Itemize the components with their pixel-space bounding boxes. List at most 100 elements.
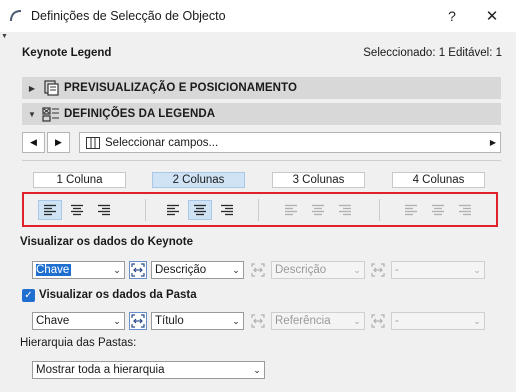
alignment-toolbar <box>22 192 498 227</box>
align-center-icon <box>432 204 444 216</box>
keynote-field-2-dropdown[interactable]: Descrição ⌄ <box>151 261 244 279</box>
folder-field-1-dropdown[interactable]: Chave ⌄ <box>32 312 125 330</box>
column-option-4[interactable]: 4 Colunas <box>392 172 485 188</box>
folder-field-4-dropdown[interactable]: - ⌄ <box>391 312 485 330</box>
keynote-field-4-value: - <box>395 264 399 276</box>
divider <box>22 160 501 161</box>
select-fields-dropdown[interactable]: Seleccionar campos... ▶ <box>79 132 501 153</box>
folder-field-1-value: Chave <box>36 315 70 327</box>
align-left-icon <box>285 204 297 216</box>
keynote-field-4-dropdown[interactable]: - ⌄ <box>391 261 485 279</box>
chevron-down-icon: ⌄ <box>113 264 121 275</box>
folder-field-3-dropdown[interactable]: Referência ⌄ <box>271 312 365 330</box>
keynote-field-1-value: Chave <box>36 264 72 276</box>
selection-info: Seleccionado: 1 Editável: 1 <box>363 47 502 59</box>
link-icon <box>251 263 265 277</box>
link-fields-button[interactable] <box>129 261 147 279</box>
chevron-down-icon: ⌄ <box>232 264 240 275</box>
hierarchy-label: Hierarquia das Pastas: <box>20 337 137 349</box>
align-center-icon <box>194 204 206 216</box>
folder-data-label: Visualizar os dados da Pasta <box>39 289 197 301</box>
align-right-icon <box>339 204 351 216</box>
align-right-button[interactable] <box>333 200 357 220</box>
align-left-icon <box>167 204 179 216</box>
columns-icon <box>86 136 100 149</box>
resize-arrow-icon: ▼ <box>1 33 8 40</box>
link-fields-button[interactable] <box>129 312 147 330</box>
preview-position-icon <box>44 80 59 96</box>
chevron-down-icon: ⌄ <box>473 315 481 326</box>
object-name: Keynote Legend <box>22 47 112 59</box>
align-left-icon <box>405 204 417 216</box>
keynote-field-3-dropdown[interactable]: Descrição ⌄ <box>271 261 365 279</box>
align-right-button[interactable] <box>453 200 477 220</box>
select-fields-label: Seleccionar campos... <box>105 136 219 149</box>
alignment-group-2 <box>161 200 239 220</box>
align-center-icon <box>312 204 324 216</box>
align-center-button[interactable] <box>65 200 89 220</box>
chevron-down-icon: ⌄ <box>232 315 240 326</box>
chevron-down-icon: ⌄ <box>353 315 361 326</box>
section-label: PREVISUALIZAÇÃO E POSICIONAMENTO <box>64 82 298 94</box>
align-center-button[interactable] <box>306 200 330 220</box>
align-left-button[interactable] <box>279 200 303 220</box>
keynote-data-label: Visualizar os dados do Keynote <box>20 236 193 248</box>
app-icon <box>10 10 22 22</box>
link-fields-button[interactable] <box>249 312 267 330</box>
align-left-button[interactable] <box>38 200 62 220</box>
alignment-group-3 <box>279 200 357 220</box>
align-right-button[interactable] <box>92 200 116 220</box>
column-option-1[interactable]: 1 Coluna <box>33 172 126 188</box>
chevron-down-icon: ⌄ <box>113 315 121 326</box>
column-option-2[interactable]: 2 Colunas <box>152 172 245 188</box>
align-center-button[interactable] <box>188 200 212 220</box>
previous-button[interactable]: ◀ <box>22 132 45 153</box>
link-fields-button[interactable] <box>369 312 387 330</box>
align-center-icon <box>71 204 83 216</box>
align-right-icon <box>459 204 471 216</box>
align-left-button[interactable] <box>399 200 423 220</box>
align-left-button[interactable] <box>161 200 185 220</box>
link-icon <box>251 314 265 328</box>
link-icon <box>371 314 385 328</box>
window-title: Definições de Selecção de Objecto <box>31 9 226 23</box>
folder-field-3-value: Referência <box>275 315 331 327</box>
align-center-button[interactable] <box>426 200 450 220</box>
folder-field-2-value: Título <box>155 315 184 327</box>
alignment-group-1 <box>38 200 116 220</box>
align-left-icon <box>44 204 56 216</box>
divider <box>258 199 259 221</box>
section-preview-position[interactable]: ▶ PREVISUALIZAÇÃO E POSICIONAMENTO <box>22 77 501 99</box>
divider <box>145 199 146 221</box>
expanded-triangle-icon: ▼ <box>28 109 36 119</box>
field-navigation: ◀ ▶ <box>22 132 70 153</box>
legend-settings-icon <box>42 107 59 122</box>
folder-field-4-value: - <box>395 315 399 327</box>
column-option-3[interactable]: 3 Colunas <box>272 172 365 188</box>
hierarchy-value: Mostrar toda a hierarquia <box>36 364 165 376</box>
align-right-button[interactable] <box>215 200 239 220</box>
section-legend-settings[interactable]: ▼ DEFINIÇÕES DA LEGENDA <box>22 103 501 125</box>
hierarchy-dropdown[interactable]: Mostrar toda a hierarquia ⌄ <box>32 361 265 379</box>
keynote-field-2-value: Descrição <box>155 264 207 276</box>
section-label: DEFINIÇÕES DA LEGENDA <box>64 108 216 120</box>
title-bar: Definições de Selecção de Objecto ? ✕ <box>0 0 516 32</box>
divider <box>379 199 380 221</box>
folder-data-checkbox[interactable]: ✓ <box>22 289 35 302</box>
folder-field-2-dropdown[interactable]: Título ⌄ <box>151 312 244 330</box>
align-right-icon <box>98 204 110 216</box>
keynote-field-3-value: Descrição <box>275 264 327 276</box>
next-button[interactable]: ▶ <box>47 132 70 153</box>
chevron-down-icon: ⌄ <box>253 364 261 375</box>
link-fields-button[interactable] <box>369 261 387 279</box>
keynote-field-1-dropdown[interactable]: Chave ⌄ <box>32 261 125 279</box>
close-button[interactable]: ✕ <box>480 4 504 28</box>
collapsed-triangle-icon: ▶ <box>28 83 36 93</box>
align-right-icon <box>221 204 233 216</box>
help-button[interactable]: ? <box>440 4 464 28</box>
link-icon <box>371 263 385 277</box>
link-icon <box>131 263 145 277</box>
alignment-group-4 <box>399 200 477 220</box>
chevron-down-icon: ⌄ <box>473 264 481 275</box>
link-fields-button[interactable] <box>249 261 267 279</box>
